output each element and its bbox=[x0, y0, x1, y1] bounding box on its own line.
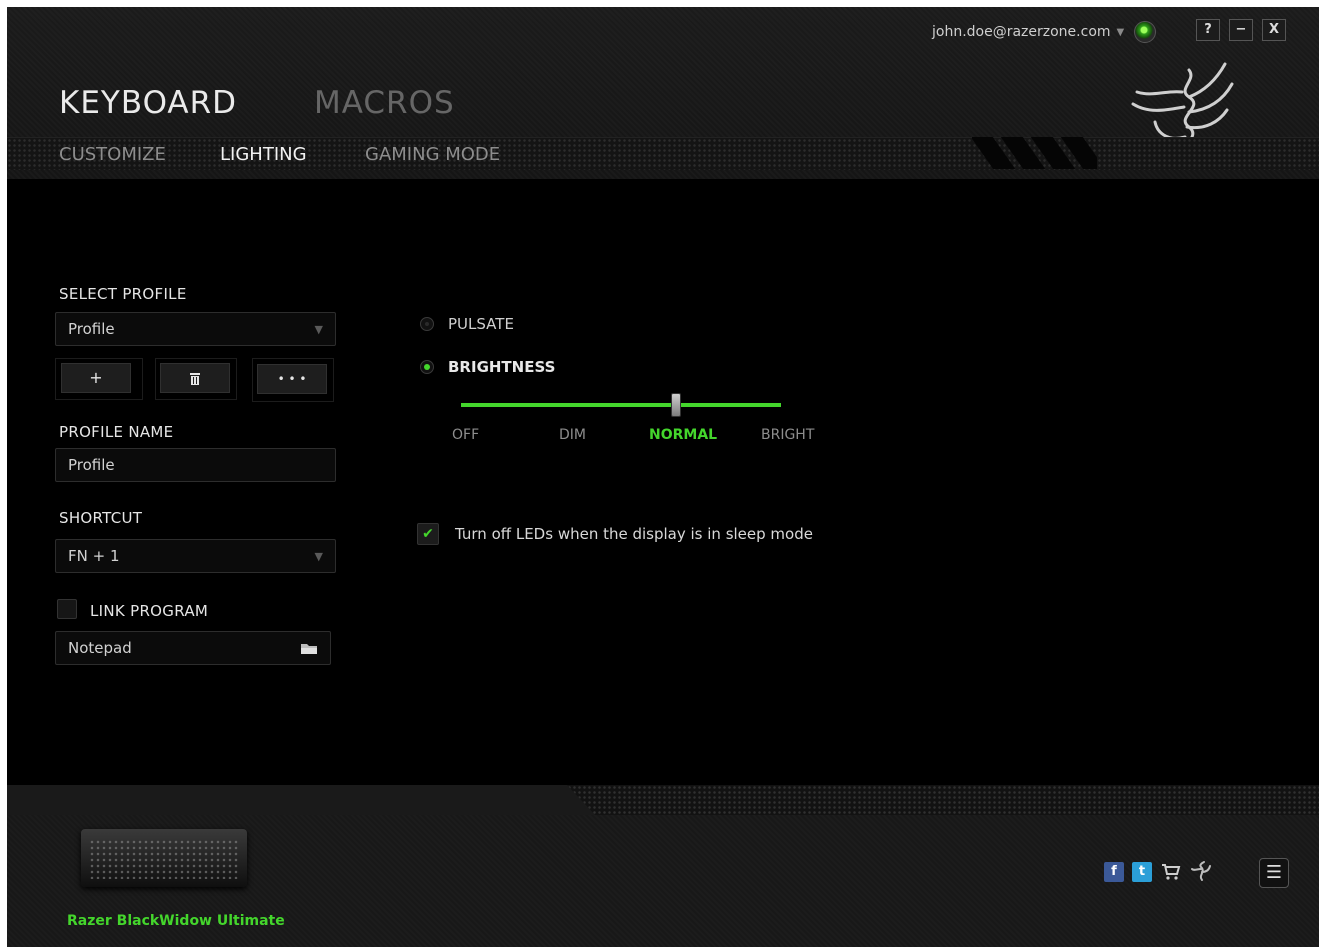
profile-name-value: Profile bbox=[68, 456, 115, 474]
delete-profile-button[interactable] bbox=[160, 363, 230, 393]
more-options-button[interactable]: • • • bbox=[257, 364, 327, 394]
brightness-label: BRIGHTNESS bbox=[448, 358, 556, 376]
program-value: Notepad bbox=[68, 639, 132, 657]
twitter-icon[interactable]: t bbox=[1132, 862, 1152, 882]
chevron-down-icon[interactable]: ▼ bbox=[1117, 27, 1125, 38]
profile-name-input[interactable]: Profile bbox=[55, 448, 336, 482]
facebook-icon[interactable]: f bbox=[1104, 862, 1124, 882]
brightness-option[interactable]: BRIGHTNESS bbox=[420, 358, 555, 376]
profile-dropdown-value: Profile bbox=[68, 320, 115, 338]
online-status-icon bbox=[1134, 21, 1157, 43]
account-email[interactable]: john.doe@razerzone.com bbox=[932, 24, 1111, 40]
device-name: Razer BlackWidow Ultimate bbox=[67, 913, 285, 929]
brightness-slider-handle[interactable] bbox=[671, 393, 681, 417]
chevron-down-icon: ▼ bbox=[314, 322, 323, 336]
tab-lighting[interactable]: LIGHTING bbox=[220, 144, 307, 165]
tab-keyboard[interactable]: KEYBOARD bbox=[59, 85, 237, 121]
select-profile-label: SELECT PROFILE bbox=[59, 285, 187, 303]
account-menu[interactable]: john.doe@razerzone.com ▼ bbox=[932, 21, 1157, 43]
sleep-mode-label: Turn off LEDs when the display is in sle… bbox=[455, 525, 813, 543]
tab-gaming-mode[interactable]: GAMING MODE bbox=[365, 144, 500, 165]
program-input[interactable]: Notepad bbox=[55, 631, 331, 665]
folder-icon[interactable] bbox=[300, 642, 318, 655]
pulsate-label: PULSATE bbox=[448, 315, 514, 333]
shortcut-value: FN + 1 bbox=[68, 547, 120, 565]
tab-customize[interactable]: CUSTOMIZE bbox=[59, 144, 166, 165]
add-profile-button[interactable]: + bbox=[61, 363, 131, 393]
razer-synapse-window: john.doe@razerzone.com ▼ ? − X KEYBOARD … bbox=[7, 7, 1319, 947]
cart-icon[interactable] bbox=[1161, 863, 1181, 881]
link-program-checkbox[interactable] bbox=[57, 599, 77, 619]
brightness-slider-track[interactable] bbox=[461, 403, 781, 407]
level-normal-label[interactable]: NORMAL bbox=[649, 427, 717, 443]
level-bright-label[interactable]: BRIGHT bbox=[761, 427, 814, 443]
razer-icon[interactable] bbox=[1190, 860, 1212, 882]
brightness-radio[interactable] bbox=[420, 360, 434, 374]
level-dim-label[interactable]: DIM bbox=[559, 427, 586, 443]
trash-icon bbox=[190, 373, 200, 385]
help-button[interactable]: ? bbox=[1196, 19, 1220, 41]
profile-name-label: PROFILE NAME bbox=[59, 423, 174, 441]
tab-macros[interactable]: MACROS bbox=[314, 85, 455, 121]
close-button[interactable]: X bbox=[1262, 19, 1286, 41]
keyboard-keys-pattern bbox=[89, 839, 239, 879]
shortcut-label: SHORTCUT bbox=[59, 509, 143, 527]
link-program-label: LINK PROGRAM bbox=[90, 602, 209, 620]
level-off-label[interactable]: OFF bbox=[452, 427, 479, 443]
pulsate-option[interactable]: PULSATE bbox=[420, 315, 514, 333]
shortcut-dropdown[interactable]: FN + 1 ▼ bbox=[55, 539, 336, 573]
header: john.doe@razerzone.com ▼ ? − X KEYBOARD … bbox=[7, 7, 1319, 179]
minimize-button[interactable]: − bbox=[1229, 19, 1253, 41]
sub-navigation: CUSTOMIZE LIGHTING GAMING MODE bbox=[7, 137, 1319, 170]
profile-dropdown[interactable]: Profile ▼ bbox=[55, 312, 336, 346]
sleep-mode-checkbox[interactable]: ✔ bbox=[417, 523, 439, 545]
chevron-down-icon: ▼ bbox=[314, 549, 323, 563]
menu-button[interactable]: ☰ bbox=[1259, 858, 1289, 888]
decorative-stripes bbox=[972, 137, 1097, 169]
pulsate-radio[interactable] bbox=[420, 317, 434, 331]
